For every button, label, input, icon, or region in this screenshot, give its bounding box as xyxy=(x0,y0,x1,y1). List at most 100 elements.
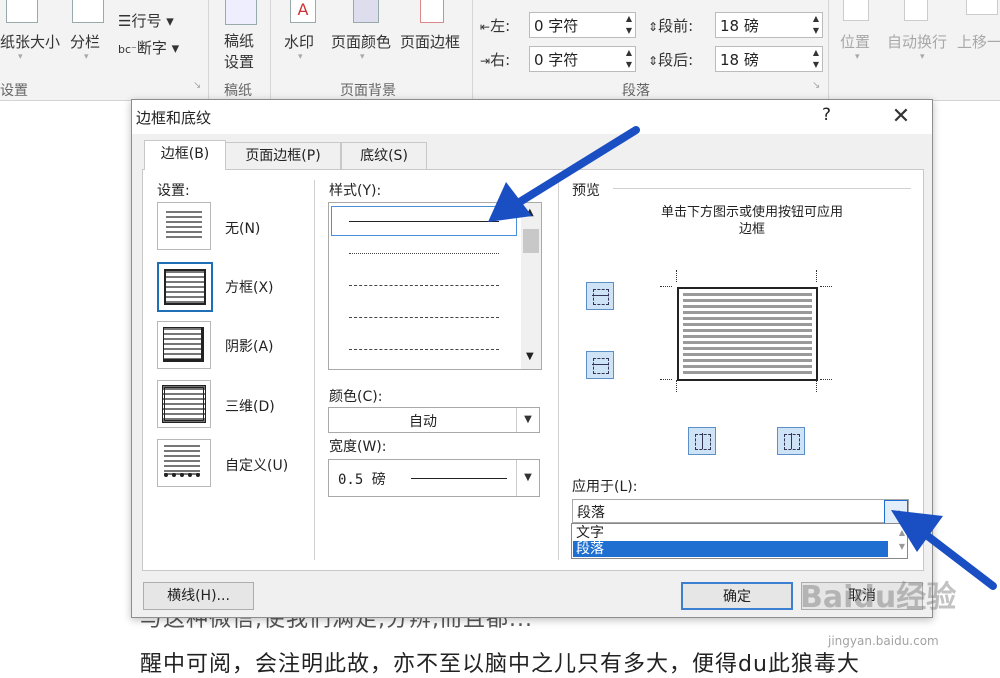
spacing-before-field[interactable]: 18 磅 ▲ ▼ xyxy=(715,12,823,38)
color-value: 自动 xyxy=(409,414,437,430)
horizontal-line-button[interactable]: 横线(H)... xyxy=(143,582,254,610)
group-page-background-label: 页面背景 xyxy=(340,83,396,99)
manuscript-button[interactable]: 稿纸 设置 xyxy=(224,31,254,73)
width-line-sample xyxy=(411,478,507,479)
watermark-button[interactable]: 水印 xyxy=(284,31,314,52)
paper-size-icon xyxy=(6,0,38,23)
spacing-after-field[interactable]: 18 磅 ▲ ▼ xyxy=(715,46,823,72)
wrap-text-button[interactable]: 自动换行 xyxy=(887,31,947,52)
ribbon-separator xyxy=(208,0,209,100)
border-bottom-button[interactable] xyxy=(586,351,614,379)
page-color-button[interactable]: 页面颜色 xyxy=(331,31,391,52)
indent-right-field[interactable]: 0 字符 ▲ ▼ xyxy=(529,46,636,72)
watermark-icon: A xyxy=(290,0,316,23)
hyphenation-button[interactable]: bc⁻断字 ▾ xyxy=(118,37,179,58)
width-select[interactable]: 0.5 磅 ▼ xyxy=(328,459,540,497)
setting-box-label[interactable]: 方框(X) xyxy=(225,277,274,297)
setting-3d-label[interactable]: 三维(D) xyxy=(225,396,275,416)
setting-custom-thumb[interactable] xyxy=(157,439,211,487)
tab-borders[interactable]: 边框(B) xyxy=(144,140,226,170)
page-borders-button[interactable]: 页面边框 xyxy=(400,31,460,52)
setting-shadow-thumb[interactable] xyxy=(157,321,211,369)
setting-none-label[interactable]: 无(N) xyxy=(225,218,260,238)
wrap-text-icon xyxy=(904,0,928,21)
dialog-launcher-icon[interactable]: ↘ xyxy=(812,80,820,91)
preview-page[interactable] xyxy=(677,287,818,381)
indent-right-icon: ⇥ xyxy=(480,54,491,68)
manuscript-icon xyxy=(225,0,257,25)
setting-3d-icon xyxy=(162,385,206,423)
crop-mark xyxy=(820,379,832,380)
column-separator xyxy=(558,180,559,560)
paper-size-button[interactable]: 纸张大小 xyxy=(0,31,60,52)
chevron-down-icon[interactable]: ▼ xyxy=(516,408,539,432)
column-separator xyxy=(314,180,315,560)
style-dash-dot-line[interactable] xyxy=(349,349,499,350)
crop-mark xyxy=(676,380,677,392)
dialog-title: 边框和底纹 xyxy=(136,109,212,127)
style-dash-small-line[interactable] xyxy=(349,285,499,286)
ribbon-separator xyxy=(472,0,473,100)
ok-button[interactable]: 确定 xyxy=(681,582,793,610)
spin-arrows-icon[interactable]: ▲ ▼ xyxy=(626,13,632,37)
border-top-button[interactable] xyxy=(586,282,614,310)
spin-arrows-icon[interactable]: ▲ ▼ xyxy=(813,47,819,71)
spin-arrows-icon[interactable]: ▲ ▼ xyxy=(813,13,819,37)
setting-none-icon xyxy=(166,211,202,241)
style-dotted-line[interactable] xyxy=(349,253,499,254)
chevron-down-icon: ▾ xyxy=(18,52,23,62)
dialog-launcher-icon[interactable]: ↘ xyxy=(193,80,201,91)
columns-icon xyxy=(72,0,104,23)
setting-custom-label[interactable]: 自定义(U) xyxy=(225,455,288,475)
width-value: 0.5 磅 xyxy=(338,472,386,488)
setting-custom-icon xyxy=(164,445,200,477)
apply-option-paragraph[interactable]: 段落 xyxy=(573,541,888,557)
chevron-down-icon: ▾ xyxy=(298,52,303,62)
tab-shading[interactable]: 底纹(S) xyxy=(341,142,427,170)
style-label: 样式(Y): xyxy=(329,183,382,199)
border-right-button[interactable] xyxy=(777,427,805,455)
apply-to-value: 段落 xyxy=(577,505,605,521)
bring-forward-button[interactable]: 上移一 xyxy=(957,31,1000,52)
apply-to-select[interactable]: 段落 ⌵ xyxy=(572,499,909,524)
page-color-icon xyxy=(353,0,379,23)
chevron-down-icon: ▾ xyxy=(855,52,860,62)
line-numbers-button[interactable]: ☰行号 ▾ xyxy=(118,10,174,31)
group-manuscript-label: 稿纸 xyxy=(224,83,252,99)
color-select[interactable]: 自动 ▼ xyxy=(328,407,540,433)
page-borders-icon xyxy=(420,0,444,23)
border-left-button[interactable] xyxy=(688,427,716,455)
columns-button[interactable]: 分栏 xyxy=(70,31,100,52)
document-text-line: 醒中可阅，会注明此故，亦不至以脑中之儿只有多大，便得du此狼毒大 xyxy=(140,652,860,677)
setting-shadow-label[interactable]: 阴影(A) xyxy=(225,336,274,356)
help-button[interactable]: ? xyxy=(822,105,831,125)
style-solid-line[interactable] xyxy=(349,221,499,222)
preview-text-lines xyxy=(683,293,812,375)
spacing-before-label: ⇕段前: xyxy=(648,17,694,35)
color-label: 颜色(C): xyxy=(329,389,383,405)
indent-left-field[interactable]: 0 字符 ▲ ▼ xyxy=(529,12,636,38)
group-page-setup-label: 设置 xyxy=(0,83,28,99)
position-button[interactable]: 位置 xyxy=(840,31,870,52)
setting-box-thumb[interactable] xyxy=(157,262,213,312)
scroll-down-icon[interactable]: ▼ xyxy=(526,351,534,362)
indent-left-label: ⇤左: xyxy=(480,17,511,35)
apply-to-dropdown-list[interactable]: 文字 段落 ▲ ▼ xyxy=(571,523,908,559)
setting-3d-thumb[interactable] xyxy=(157,380,211,428)
bring-forward-icon xyxy=(966,0,998,15)
preview-divider xyxy=(613,188,911,189)
setting-none-thumb[interactable] xyxy=(157,202,211,250)
indent-left-icon: ⇤ xyxy=(480,20,491,34)
setting-shadow-icon xyxy=(163,327,204,362)
hyphenation-icon: bc⁻ xyxy=(118,43,137,56)
apply-option-text[interactable]: 文字 xyxy=(573,525,888,541)
style-dash-line[interactable] xyxy=(349,317,499,318)
close-button[interactable]: ✕ xyxy=(884,102,918,132)
chevron-down-icon[interactable]: ▼ xyxy=(516,460,539,496)
scroll-thumb[interactable] xyxy=(523,229,539,253)
tab-page-borders[interactable]: 页面边框(P) xyxy=(225,142,341,170)
crop-mark xyxy=(660,379,672,380)
spin-arrows-icon[interactable]: ▲ ▼ xyxy=(626,47,632,71)
indent-right-label: ⇥右: xyxy=(480,51,511,69)
ribbon-separator xyxy=(270,0,271,100)
